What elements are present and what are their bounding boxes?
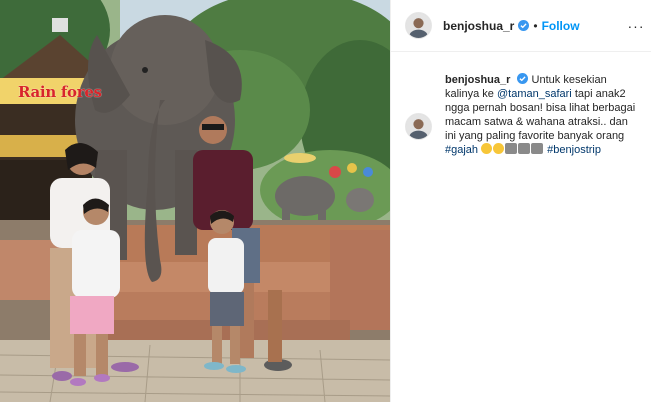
elephant-emoji-icon [505, 143, 518, 154]
avatar[interactable] [405, 12, 432, 39]
caption-text: benjoshua_r Untuk kesekian kalinya ke @t… [445, 73, 640, 157]
more-options-icon[interactable]: ··· [626, 16, 646, 36]
avatar-image [406, 114, 431, 139]
elephant-emoji-icon [518, 143, 531, 154]
smile-emoji-icon [493, 143, 505, 154]
header-separator: • [533, 18, 538, 33]
verified-badge-icon [517, 73, 529, 84]
post-header: benjoshua_r • Follow ··· [391, 0, 651, 52]
avatar-image [406, 13, 431, 38]
elephant-emoji-icon [531, 143, 544, 154]
caption-username[interactable]: benjoshua_r [445, 74, 510, 86]
hashtag-benjostrip[interactable]: #benjostrip [547, 144, 601, 156]
hashtag-gajah[interactable]: #gajah [445, 144, 478, 156]
header-username[interactable]: benjoshua_r [443, 19, 514, 33]
caption-comment: benjoshua_r Untuk kesekian kalinya ke @t… [405, 73, 645, 157]
smile-emoji-icon [481, 143, 493, 154]
instagram-post: Rain fores benjoshua_r • Follow ··· benj… [0, 0, 651, 402]
post-side-panel: benjoshua_r • Follow ··· benjoshua_r Unt… [390, 0, 651, 402]
follow-button[interactable]: Follow [542, 19, 580, 33]
post-photo[interactable]: Rain fores [0, 0, 390, 402]
sign-text: Rain fores [18, 83, 102, 101]
mention-link[interactable]: @taman_safari [497, 88, 572, 100]
verified-badge-icon [518, 20, 530, 31]
caption-avatar[interactable] [405, 113, 432, 140]
zoo-photo-illustration [0, 0, 390, 402]
